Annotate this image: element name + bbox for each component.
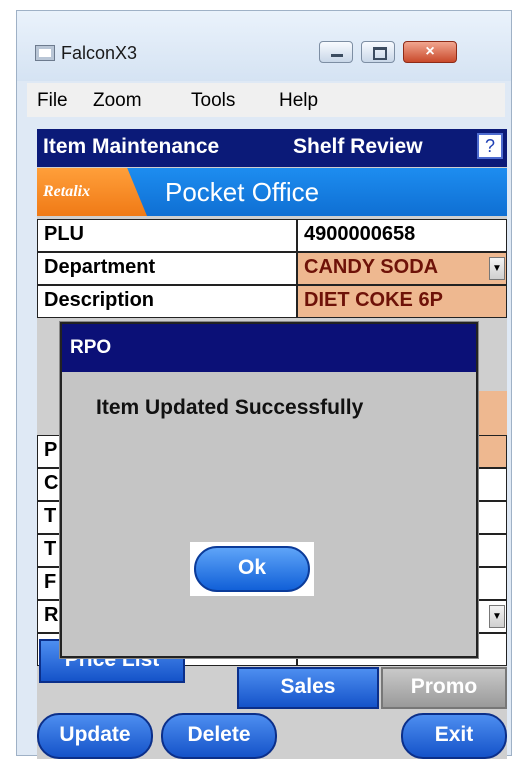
- app-icon: [35, 45, 55, 61]
- help-icon[interactable]: ?: [477, 133, 503, 159]
- plu-row: PLU 4900000658: [37, 219, 507, 252]
- department-select[interactable]: CANDY SODA ▼: [297, 252, 507, 285]
- description-row: Description DIET COKE 6P: [37, 285, 507, 318]
- ok-button[interactable]: Ok: [194, 546, 310, 592]
- logo-text: Retalix: [43, 183, 91, 200]
- update-button[interactable]: Update: [37, 713, 153, 759]
- banner-title: Pocket Office: [165, 177, 320, 207]
- department-row: Department CANDY SODA ▼: [37, 252, 507, 285]
- window-title: FalconX3: [61, 43, 138, 63]
- chevron-down-icon[interactable]: ▼: [489, 257, 505, 280]
- description-label: Description: [37, 285, 297, 318]
- banner: Retalix Pocket Office: [37, 168, 507, 216]
- menu-help[interactable]: Help: [279, 90, 318, 112]
- title-bar: FalconX3 ×: [17, 11, 511, 81]
- plu-label: PLU: [37, 219, 297, 252]
- retalix-logo: Retalix: [37, 168, 147, 216]
- close-button[interactable]: ×: [403, 41, 457, 63]
- department-value: CANDY SODA: [304, 256, 439, 278]
- menu-zoom[interactable]: Zoom: [93, 90, 142, 112]
- exit-button[interactable]: Exit: [401, 713, 507, 759]
- promo-tab[interactable]: Promo: [381, 667, 507, 709]
- department-label: Department: [37, 252, 297, 285]
- sales-tab[interactable]: Sales: [237, 667, 379, 709]
- close-icon: ×: [425, 43, 435, 60]
- description-field[interactable]: DIET COKE 6P: [297, 285, 507, 318]
- maximize-button[interactable]: [361, 41, 395, 63]
- minimize-icon: [331, 54, 343, 57]
- menu-bar: File Zoom Tools Help: [27, 83, 505, 117]
- maximize-icon: [373, 47, 387, 60]
- plu-field[interactable]: 4900000658: [297, 219, 507, 252]
- minimize-button[interactable]: [319, 41, 353, 63]
- ok-button-frame: Ok: [190, 542, 314, 596]
- delete-button[interactable]: Delete: [161, 713, 277, 759]
- tab-bar: Item Maintenance Shelf Review ?: [37, 129, 507, 167]
- rpo-dialog: RPO Item Updated Successfully Ok: [60, 322, 478, 658]
- menu-file[interactable]: File: [37, 90, 68, 112]
- chevron-down-icon[interactable]: ▼: [489, 605, 505, 628]
- menu-tools[interactable]: Tools: [191, 90, 235, 112]
- dialog-message: Item Updated Successfully: [96, 396, 364, 419]
- tab-item-maintenance[interactable]: Item Maintenance: [43, 135, 219, 159]
- dialog-title: RPO: [62, 324, 476, 372]
- tab-shelf-review[interactable]: Shelf Review: [293, 135, 423, 159]
